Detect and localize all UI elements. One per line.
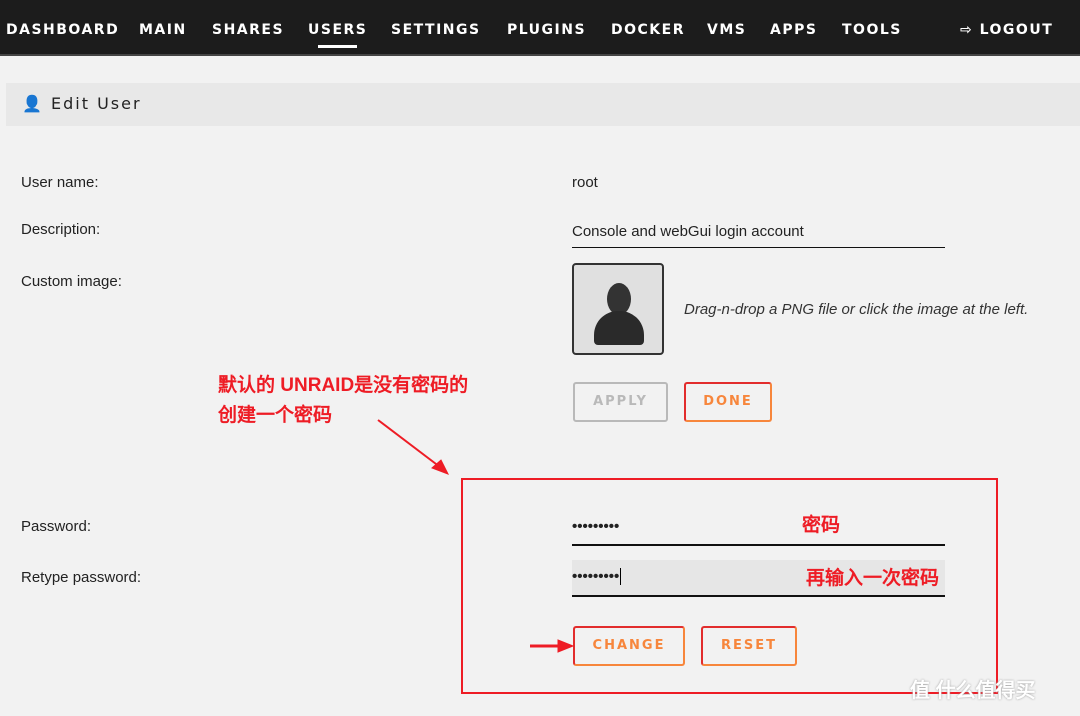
watermark: 值 什么值得买	[910, 680, 1036, 702]
watermark-logo-icon: 值	[910, 680, 930, 702]
arrow-icon	[530, 639, 575, 653]
annotation-arrows	[377, 419, 575, 653]
arrow-icon	[377, 419, 450, 475]
